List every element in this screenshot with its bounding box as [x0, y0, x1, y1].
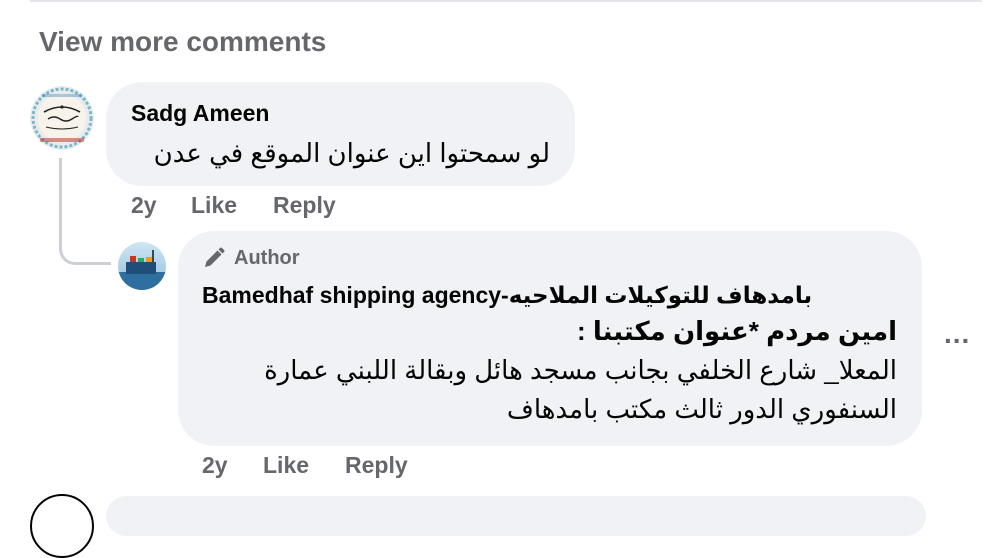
divider — [30, 0, 982, 2]
author-badge: Author — [202, 246, 300, 270]
comment-text-line-1: امين مردم *عنوان مكتبنا : — [577, 316, 897, 346]
comment-author-name[interactable]: Bamedhaf shipping agency-بامدهاف للتوكيل… — [202, 282, 812, 309]
avatar-sadg-ameen[interactable] — [30, 86, 94, 150]
more-options-icon[interactable]: ... — [944, 318, 970, 350]
avatar-bamedhaf[interactable] — [118, 242, 166, 290]
comment-text-line-3: السنفوري الدور ثالث مكتب بامدهاف — [506, 394, 897, 424]
next-comment-bubble — [106, 496, 926, 536]
thread-line-branch — [59, 245, 111, 265]
reply-button[interactable]: Reply — [273, 192, 336, 219]
thread-line — [59, 158, 62, 250]
reply-button[interactable]: Reply — [345, 452, 408, 479]
like-button[interactable]: Like — [191, 192, 237, 219]
comment-timestamp[interactable]: 2y — [131, 192, 157, 219]
comment-bubble — [106, 82, 575, 186]
comment-text: لو سمحتوا اين عنوان الموقع في عدن — [153, 138, 550, 168]
comment-timestamp[interactable]: 2y — [202, 452, 228, 479]
pen-icon — [205, 247, 225, 267]
comment-text-line-2: المعلا_ شارع الخلفي بجانب مسجد هائل وبقا… — [264, 355, 897, 385]
author-badge-label: Author — [234, 246, 300, 269]
like-button[interactable]: Like — [263, 452, 309, 479]
comment-author-name[interactable]: Sadg Ameen — [131, 100, 269, 127]
view-more-comments-link[interactable]: View more comments — [39, 26, 326, 58]
